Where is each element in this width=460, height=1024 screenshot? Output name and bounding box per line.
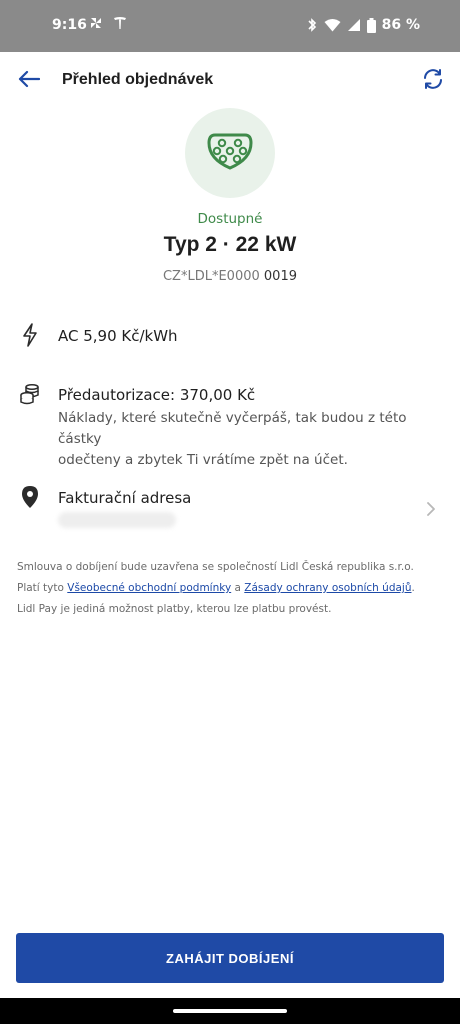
- preauth-description: Náklady, které skutečně vyčerpáš, tak bu…: [58, 408, 438, 471]
- type2-connector-icon: [207, 131, 253, 175]
- evse-number: 0019: [263, 269, 297, 284]
- page-title: Přehled objednávek: [62, 71, 214, 88]
- legal-line2-and: a: [234, 582, 241, 594]
- location-pin-icon: [18, 485, 42, 509]
- connector-badge: [185, 108, 275, 198]
- legal-text: Smlouva o dobíjení bude uzavřena se spol…: [17, 557, 447, 620]
- home-gesture-pill[interactable]: [173, 1009, 287, 1013]
- tesla-icon: [112, 15, 128, 35]
- terms-link[interactable]: Všeobecné obchodní podmínky: [67, 582, 231, 594]
- privacy-link[interactable]: Zásady ochrany osobních údajů: [244, 582, 411, 594]
- preauth-title: Předautorizace: 370,00 Kč: [58, 386, 256, 404]
- status-right: 86 %: [306, 17, 420, 33]
- billing-address-button[interactable]: Fakturační adresa: [58, 489, 191, 507]
- status-bar: 9:16 86 %: [0, 0, 460, 52]
- status-time: 9:16: [52, 17, 87, 33]
- refresh-icon: [421, 67, 445, 95]
- legal-line2-prefix: Platí tyto: [17, 582, 64, 594]
- battery-icon: [366, 17, 376, 33]
- connector-title: Typ 2 · 22 kW: [163, 233, 297, 256]
- connector-status: Dostupné: [197, 211, 263, 227]
- back-arrow-icon: [18, 70, 41, 92]
- evse-prefix: CZ*LDL*E0000: [162, 269, 260, 284]
- signal-icon: [347, 18, 361, 32]
- coins-icon: [18, 382, 42, 406]
- app-bar: Přehled objednávek: [0, 52, 460, 110]
- legal-line2-suffix: .: [411, 582, 415, 594]
- preauth-description-line2: odečteny a zbytek Ti vrátíme zpět na úče…: [58, 452, 348, 468]
- bluetooth-icon: [306, 17, 318, 33]
- lightning-icon: [18, 323, 42, 347]
- legal-line1: Smlouva o dobíjení bude uzavřena se spol…: [17, 561, 414, 573]
- battery-percent: 86 %: [381, 17, 420, 33]
- price-text: AC 5,90 Kč/kWh: [58, 327, 178, 345]
- wifi-icon: [324, 18, 341, 32]
- preauth-description-line1: Náklady, které skutečně vyčerpáš, tak bu…: [58, 410, 407, 447]
- billing-address-value-redacted: [58, 512, 176, 528]
- chevron-right-icon[interactable]: [422, 500, 440, 518]
- system-nav-bar: [0, 998, 460, 1024]
- pinwheel-icon: [88, 15, 104, 35]
- back-button[interactable]: [14, 66, 44, 96]
- evse-id: CZ*LDL*E0000 0019: [0, 269, 460, 284]
- legal-line2: Platí tyto Všeobecné obchodní podmínky a…: [17, 578, 447, 599]
- legal-line3: Lidl Pay je jediná možnost platby, ktero…: [17, 603, 332, 615]
- start-charging-button[interactable]: ZAHÁJIT DOBÍJENÍ: [16, 933, 444, 983]
- refresh-button[interactable]: [418, 66, 448, 96]
- status-left-icons: [88, 15, 128, 35]
